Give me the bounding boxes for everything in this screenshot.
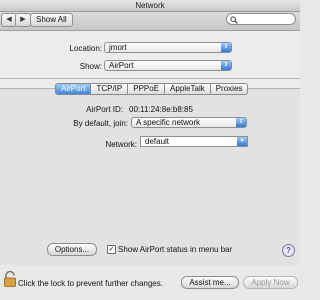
location-label: Location: bbox=[69, 44, 102, 53]
airport-id-value: 00:11:24:8e:b8:85 bbox=[129, 105, 193, 114]
show-status-label: Show AirPort status in menu bar bbox=[118, 245, 233, 254]
divider bbox=[0, 78, 300, 79]
tab-bar: AirPort TCP/IP PPPoE AppleTalk Proxies bbox=[55, 83, 249, 95]
tab-proxies[interactable]: Proxies bbox=[210, 83, 249, 95]
network-label: Network: bbox=[105, 140, 137, 149]
preferences-window: Network ◀ ▶ Show All Location: jmort ⇕ S… bbox=[0, 0, 300, 300]
default-join-label: By default, join: bbox=[73, 119, 128, 128]
apply-now-button[interactable]: Apply Now bbox=[243, 276, 298, 289]
airport-id-label: AirPort ID: bbox=[86, 105, 123, 114]
show-value: AirPort bbox=[109, 61, 134, 70]
show-all-button[interactable]: Show All bbox=[30, 13, 73, 27]
assist-me-button[interactable]: Assist me... bbox=[181, 276, 239, 289]
location-value: jmort bbox=[109, 43, 127, 52]
popup-arrows-icon: ⇕ bbox=[221, 61, 231, 70]
lock-text: Click the lock to prevent further change… bbox=[18, 279, 163, 288]
search-input[interactable] bbox=[226, 13, 296, 25]
network-combo[interactable]: default ▾ bbox=[140, 136, 248, 147]
tab-tcpip[interactable]: TCP/IP bbox=[91, 83, 129, 95]
popup-arrows-icon: ⇕ bbox=[236, 118, 246, 127]
settings-panel bbox=[0, 88, 300, 266]
tab-pppoe[interactable]: PPPoE bbox=[128, 83, 166, 95]
default-join-value: A specific network bbox=[136, 118, 201, 127]
title-bar: Network bbox=[0, 0, 300, 12]
show-label: Show: bbox=[79, 62, 102, 71]
default-join-popup[interactable]: A specific network ⇕ bbox=[131, 117, 247, 128]
toolbar: ◀ ▶ Show All bbox=[0, 12, 300, 31]
show-status-checkbox[interactable]: ✓ bbox=[107, 245, 116, 254]
tab-appletalk[interactable]: AppleTalk bbox=[165, 83, 211, 95]
options-button[interactable]: Options... bbox=[47, 243, 97, 256]
combo-arrow-icon: ▾ bbox=[237, 137, 247, 146]
help-button[interactable]: ? bbox=[282, 244, 295, 257]
network-value: default bbox=[145, 137, 170, 146]
show-popup[interactable]: AirPort ⇕ bbox=[104, 60, 232, 71]
popup-arrows-icon: ⇕ bbox=[221, 43, 231, 52]
search-icon bbox=[230, 16, 238, 24]
lock-icon[interactable] bbox=[4, 271, 16, 287]
tab-airport[interactable]: AirPort bbox=[55, 83, 92, 95]
forward-button[interactable]: ▶ bbox=[15, 13, 31, 27]
location-popup[interactable]: jmort ⇕ bbox=[104, 42, 232, 53]
window-title: Network bbox=[135, 1, 165, 10]
